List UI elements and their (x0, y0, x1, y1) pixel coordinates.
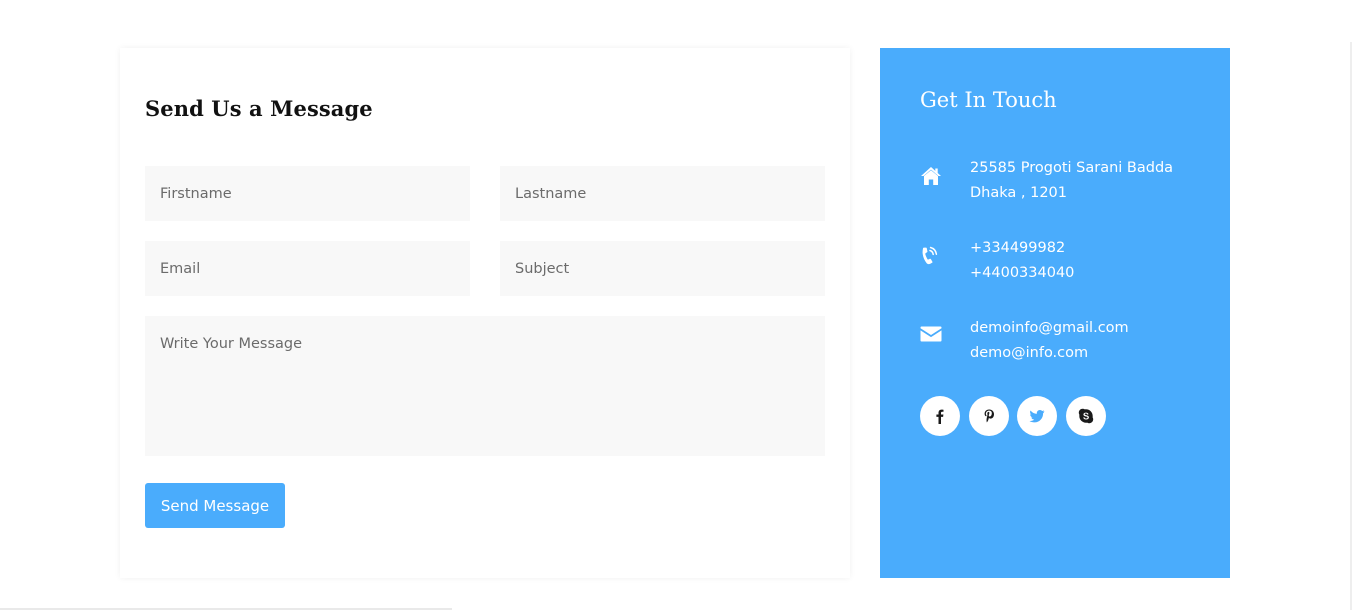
email-line-2: demo@info.com (970, 345, 1089, 361)
firstname-input[interactable] (145, 166, 470, 221)
address-text: 25585 Progoti Sarani Badda Dhaka , 1201 (970, 156, 1173, 206)
email-line-1: demoinfo@gmail.com (970, 320, 1129, 336)
skype-icon (1078, 408, 1094, 424)
phone-line-2: +4400334040 (970, 265, 1075, 281)
message-textarea[interactable] (145, 316, 825, 456)
form-title: Send Us a Message (145, 96, 373, 121)
email-text: demoinfo@gmail.com demo@info.com (970, 316, 1129, 366)
envelope-icon (920, 326, 942, 348)
twitter-icon (1029, 410, 1045, 423)
home-icon (920, 166, 942, 188)
twitter-link[interactable] (1017, 396, 1057, 436)
phone-text: +334499982 +4400334040 (970, 236, 1074, 286)
subject-input[interactable] (500, 241, 825, 296)
skype-link[interactable] (1066, 396, 1106, 436)
facebook-icon (936, 409, 944, 424)
pinterest-link[interactable] (969, 396, 1009, 436)
contact-title: Get In Touch (920, 88, 1057, 112)
phone-icon (920, 246, 942, 268)
phone-line-1: +334499982 (970, 240, 1066, 256)
lastname-input[interactable] (500, 166, 825, 221)
pinterest-icon (984, 409, 994, 423)
address-line-1: 25585 Progoti Sarani Badda (970, 160, 1174, 176)
email-input[interactable] (145, 241, 470, 296)
facebook-link[interactable] (920, 396, 960, 436)
contact-page: Send Us a Message Send Message Get In To… (0, 0, 1352, 610)
contact-info-card: Get In Touch 25585 Progoti Sarani Badda … (880, 48, 1230, 578)
send-message-button[interactable]: Send Message (145, 483, 285, 528)
address-line-2: Dhaka , 1201 (970, 185, 1067, 201)
message-form-card: Send Us a Message Send Message (120, 48, 850, 578)
